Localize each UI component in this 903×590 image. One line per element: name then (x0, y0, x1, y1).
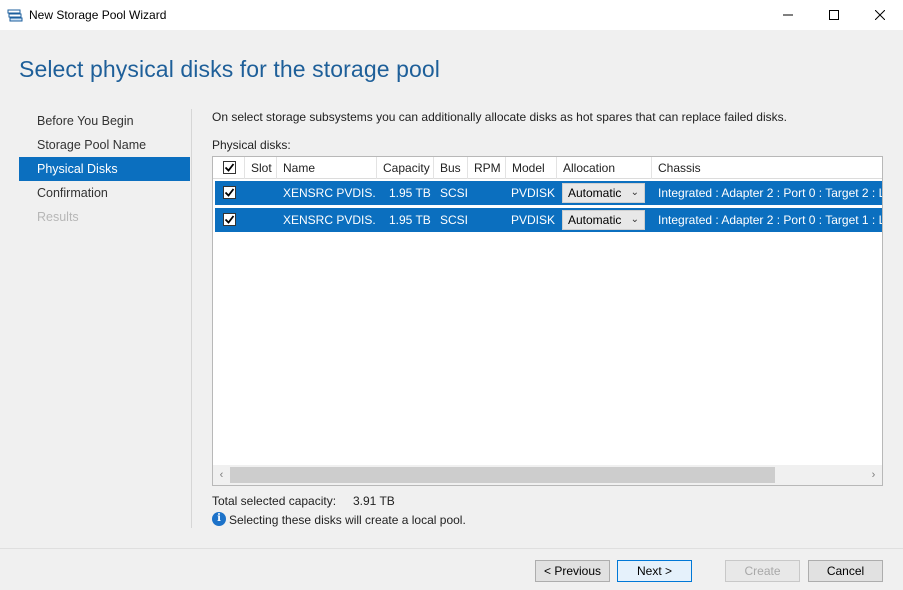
cell-name: XENSRC PVDIS... (283, 186, 375, 200)
chevron-down-icon: ⌄ (630, 214, 639, 225)
cell-name: XENSRC PVDIS... (283, 213, 375, 227)
page-title: Select physical disks for the storage po… (19, 56, 440, 82)
scroll-left-icon[interactable]: ‹ (213, 465, 230, 485)
total-capacity-label: Total selected capacity: (212, 494, 337, 508)
storage-pool-icon (7, 7, 23, 23)
column-header-model[interactable]: Model (506, 157, 557, 179)
cell-chassis: Integrated : Adapter 2 : Port 0 : Target… (658, 213, 882, 227)
physical-disks-label: Physical disks: (212, 138, 291, 152)
scrollbar-thumb[interactable] (230, 467, 775, 483)
maximize-button[interactable] (811, 0, 857, 30)
next-button[interactable]: Next > (617, 560, 692, 582)
cell-slot (251, 208, 277, 232)
title-bar: New Storage Pool Wizard (0, 0, 903, 30)
chevron-down-icon: ⌄ (630, 187, 639, 198)
close-button[interactable] (857, 0, 903, 30)
cell-rpm (474, 208, 504, 232)
allocation-value: Automatic (568, 213, 622, 227)
physical-disks-grid: Slot Name Capacity Bus RPM Model Allocat… (212, 156, 883, 486)
window-title: New Storage Pool Wizard (29, 8, 167, 22)
column-header-capacity[interactable]: Capacity (377, 157, 434, 179)
cell-capacity: 1.95 TB (389, 213, 431, 227)
nav-item-storage-pool-name[interactable]: Storage Pool Name (19, 133, 190, 157)
column-header-chassis[interactable]: Chassis (652, 157, 882, 179)
info-icon: i (212, 512, 226, 526)
nav-item-before-you-begin[interactable]: Before You Begin (19, 109, 190, 133)
row-checkbox[interactable] (223, 186, 236, 199)
checkmark-icon (224, 163, 235, 172)
cell-chassis: Integrated : Adapter 2 : Port 0 : Target… (658, 186, 882, 200)
cell-bus: SCSI (440, 186, 469, 200)
column-header-slot[interactable]: Slot (245, 157, 277, 179)
cancel-button[interactable]: Cancel (808, 560, 883, 582)
wizard-nav: Before You Begin Storage Pool Name Physi… (19, 109, 190, 229)
column-header-name[interactable]: Name (277, 157, 377, 179)
checkmark-icon (224, 188, 235, 197)
allocation-value: Automatic (568, 186, 622, 200)
info-message: Selecting these disks will create a loca… (229, 513, 466, 527)
cell-model: PVDISK (511, 186, 556, 200)
grid-header: Slot Name Capacity Bus RPM Model Allocat… (213, 157, 882, 179)
page-description: On select storage subsystems you can add… (212, 110, 787, 124)
minimize-button[interactable] (765, 0, 811, 30)
checkmark-icon (224, 215, 235, 224)
table-row[interactable]: XENSRC PVDIS... 1.95 TB SCSI PVDISK Auto… (215, 181, 882, 205)
wizard-footer: < Previous Next > Create Cancel (0, 548, 903, 590)
select-all-header[interactable] (213, 157, 245, 179)
nav-item-confirmation[interactable]: Confirmation (19, 181, 190, 205)
column-header-allocation[interactable]: Allocation (557, 157, 652, 179)
horizontal-scrollbar[interactable]: ‹ › (213, 465, 882, 485)
cell-slot (251, 181, 277, 205)
select-all-checkbox[interactable] (223, 161, 236, 174)
cell-model: PVDISK (511, 213, 556, 227)
nav-item-physical-disks[interactable]: Physical Disks (19, 157, 190, 181)
close-icon (875, 10, 885, 20)
allocation-dropdown[interactable]: Automatic ⌄ (562, 183, 645, 203)
cell-bus: SCSI (440, 213, 469, 227)
previous-button[interactable]: < Previous (535, 560, 610, 582)
column-header-bus[interactable]: Bus (434, 157, 468, 179)
table-row[interactable]: XENSRC PVDIS... 1.95 TB SCSI PVDISK Auto… (215, 208, 882, 232)
total-capacity-value: 3.91 TB (353, 494, 395, 508)
column-header-rpm[interactable]: RPM (468, 157, 506, 179)
nav-item-results: Results (37, 210, 79, 224)
allocation-dropdown[interactable]: Automatic ⌄ (562, 210, 645, 230)
nav-divider (191, 109, 192, 528)
maximize-icon (829, 10, 839, 20)
minimize-icon (783, 14, 793, 16)
cell-rpm (474, 181, 504, 205)
row-checkbox[interactable] (223, 213, 236, 226)
create-button: Create (725, 560, 800, 582)
scroll-right-icon[interactable]: › (865, 465, 882, 485)
cell-capacity: 1.95 TB (389, 186, 431, 200)
